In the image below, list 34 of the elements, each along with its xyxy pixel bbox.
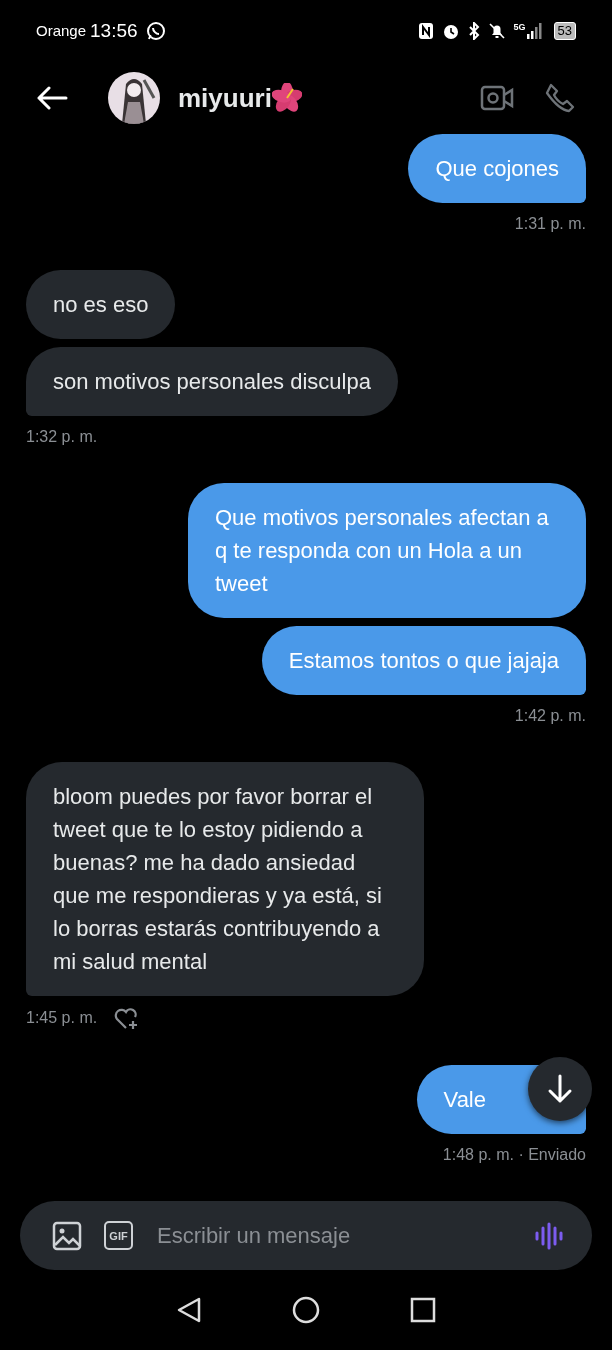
timestamp: 1:31 p. m. (514, 214, 586, 235)
message-bubble: bloom puedes por favor borrar el tweet que te lo estoy pidiendo a buenas? me ha dado ansiedad que me respondieras y ya está, si lo borras estarás contribuyendo a mi salud mental (26, 762, 424, 997)
flower-icon (271, 83, 302, 114)
video-camera-icon[interactable] (480, 84, 514, 113)
chat-bubble-icon (145, 20, 166, 41)
message-bubble: son motivos personales disculpa (26, 347, 398, 417)
contact-name: miyuuri (178, 81, 272, 115)
carrier-name: Orange (36, 20, 87, 41)
message-bubble: Que cojones (408, 134, 586, 204)
signal-icon (525, 22, 542, 39)
message-bubble: Que motivos personales afectan a q te responda con un Hola a un tweet (188, 483, 586, 619)
image-icon[interactable] (52, 1220, 82, 1251)
heart-plus-icon[interactable] (113, 1007, 140, 1032)
gif-button[interactable]: GIF (104, 1221, 133, 1251)
phone-icon[interactable] (544, 82, 576, 115)
back-triangle-icon[interactable] (176, 1296, 202, 1325)
message-bubble: Estamos tontos o que jajaja (261, 626, 586, 696)
home-circle-icon[interactable] (292, 1296, 320, 1325)
bell-muted-icon (487, 21, 506, 40)
back-arrow-icon[interactable] (36, 86, 68, 111)
bluetooth-icon (467, 21, 480, 40)
message-bubble: no es eso (26, 270, 176, 340)
timestamp: 1:32 p. m. (26, 427, 98, 448)
clock-time: 13:56 (90, 18, 138, 43)
message-field[interactable]: GIF Escribir un mensaje (20, 1201, 592, 1271)
timestamp: 1:42 p. m. (514, 706, 586, 727)
battery-level: 53 (553, 21, 576, 40)
down-arrow-icon (546, 1074, 574, 1105)
recents-square-icon[interactable] (410, 1297, 436, 1324)
timestamp: 1:45 p. m. (26, 1008, 98, 1029)
timestamp: 1:48 p. m. · Enviado (442, 1145, 586, 1166)
network-type: 5G (513, 22, 526, 32)
voice-wave-icon[interactable] (534, 1220, 564, 1251)
nfc-icon (417, 21, 434, 40)
